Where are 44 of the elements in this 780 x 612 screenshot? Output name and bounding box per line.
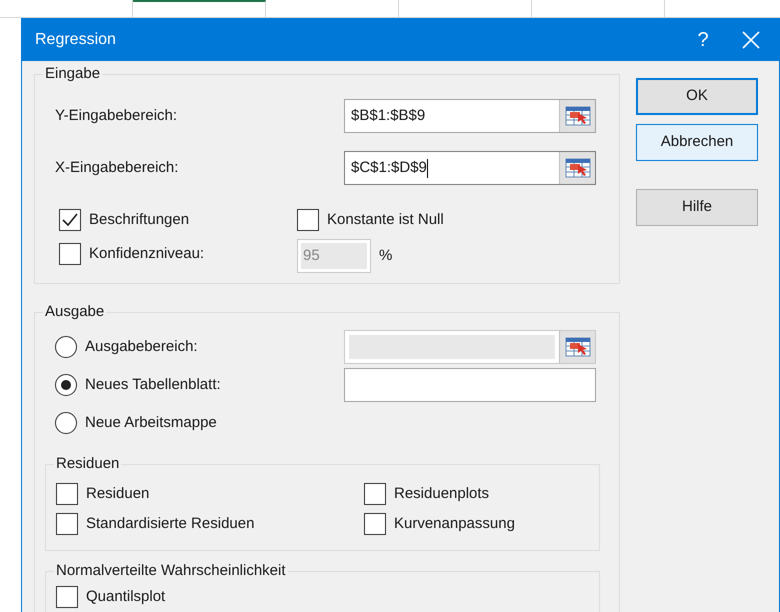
checkbox-label: Quantilsplot — [86, 586, 166, 607]
field-value: $C$1:$D$9 — [351, 158, 427, 178]
checkbox-label: Konstante ist Null — [327, 210, 444, 230]
checkbox-label: Residuen — [86, 484, 150, 504]
dialog-button[interactable]: Hilfe — [636, 189, 758, 226]
checkbox-label: Konfidenzniveau: — [89, 244, 204, 264]
group-title: Ausgabe — [43, 302, 106, 322]
radio-label: Neues Tabellenblatt: — [85, 374, 221, 395]
radio-button[interactable] — [55, 412, 77, 434]
checkbox[interactable] — [59, 209, 81, 231]
checkmark-icon — [62, 213, 78, 227]
field-label: X-Eingabebereich: — [55, 158, 180, 178]
checkbox[interactable] — [364, 513, 386, 535]
radio-label: Neue Arbeitsmappe — [85, 412, 217, 433]
checkbox-label: Beschriftungen — [89, 210, 190, 230]
checkbox-label: Residuenplots — [394, 484, 490, 504]
field-label: Y-Eingabebereich: — [55, 106, 178, 126]
group-title: Eingabe — [43, 64, 102, 84]
checkbox[interactable] — [364, 483, 386, 505]
range-picker-icon — [564, 158, 590, 178]
unit-label: % — [379, 246, 392, 266]
input-field[interactable] — [344, 368, 596, 402]
text-cursor — [426, 158, 428, 178]
checkbox-label: Kurvenanpassung — [394, 514, 515, 534]
close-icon — [742, 31, 760, 49]
help-button[interactable]: ? — [683, 19, 723, 61]
checkbox[interactable] — [56, 586, 78, 608]
checkbox[interactable] — [56, 483, 78, 505]
range-picker-button[interactable] — [559, 152, 595, 184]
radio-button[interactable] — [55, 374, 77, 396]
checkbox[interactable] — [59, 243, 81, 265]
range-input-field[interactable]: $B$1:$B$9 — [344, 99, 596, 133]
checkbox[interactable] — [297, 209, 319, 231]
range-picker-button[interactable] — [559, 100, 595, 132]
field-value: $B$1:$B$9 — [351, 106, 426, 126]
range-picker-icon — [564, 337, 590, 357]
range-picker-icon — [564, 106, 590, 126]
dialog-button[interactable]: OK — [636, 78, 758, 115]
dialog-button[interactable]: Abbrechen — [636, 124, 758, 161]
checkbox-label: Standardisierte Residuen — [86, 514, 254, 534]
radio-label: Ausgabebereich: — [85, 336, 198, 357]
window-title: Regression — [35, 30, 117, 50]
checkbox[interactable] — [56, 513, 78, 535]
range-input-field[interactable]: $C$1:$D$9 — [344, 151, 596, 185]
